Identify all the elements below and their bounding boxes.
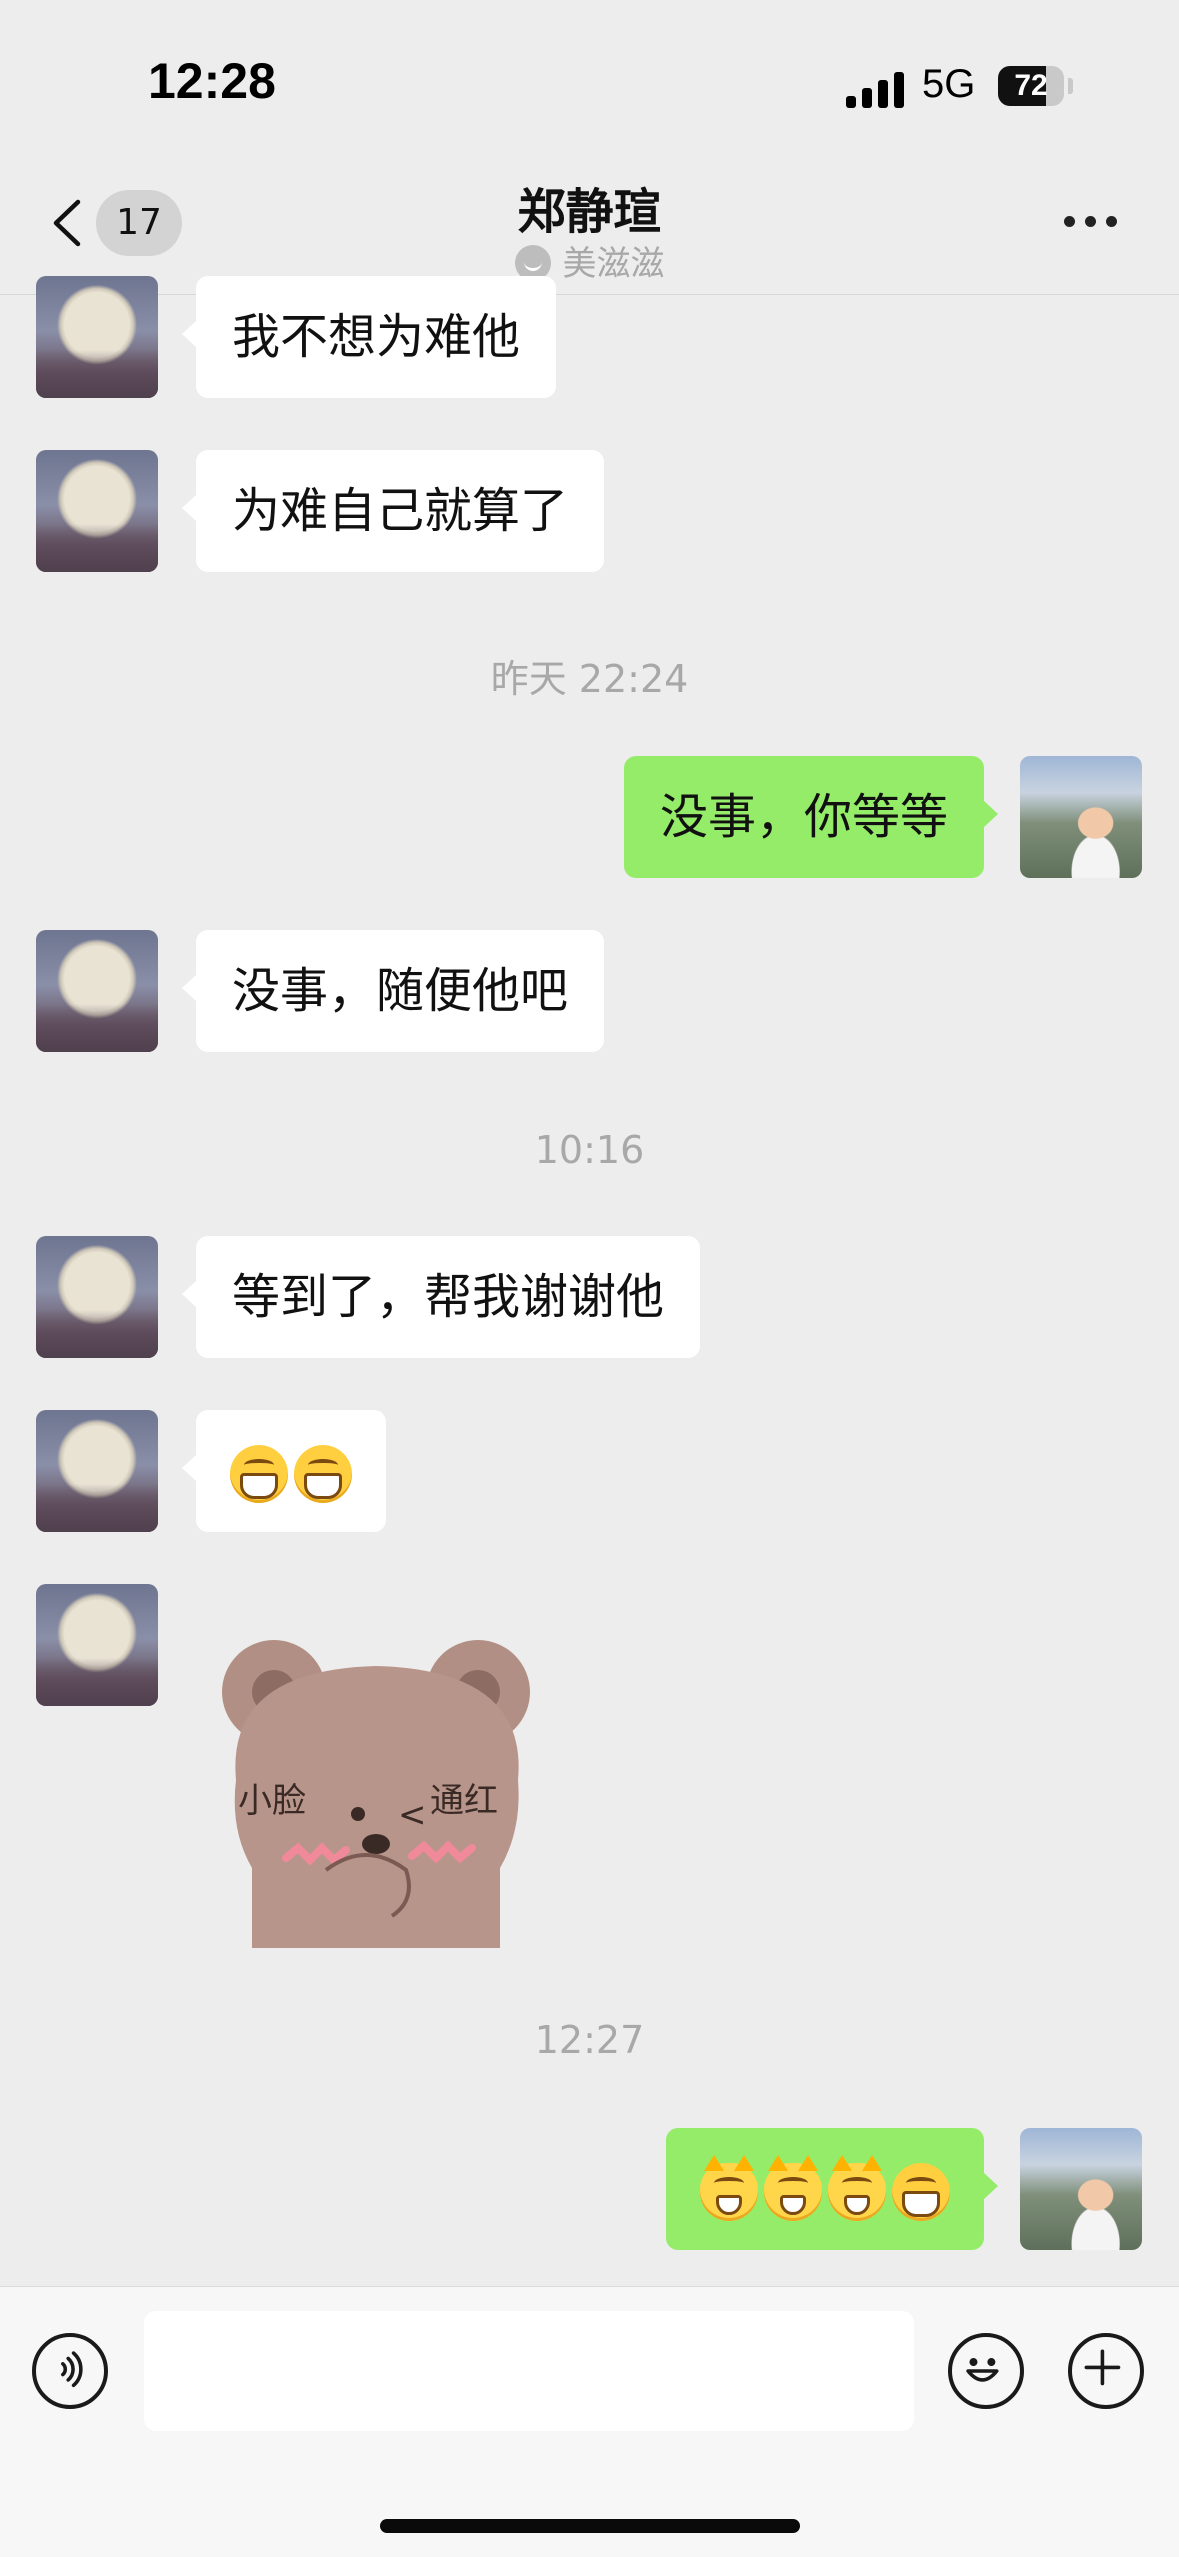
message-timestamp: 12:27: [534, 2018, 645, 2062]
incoming-message[interactable]: 等到了，帮我谢谢他: [181, 1236, 701, 1358]
contact-avatar[interactable]: [36, 930, 158, 1052]
cat-face-emoji-icon: [764, 2155, 822, 2221]
home-indicator: [380, 2519, 800, 2533]
outgoing-emoji-message[interactable]: [666, 2128, 998, 2250]
message-input[interactable]: [144, 2311, 914, 2431]
incoming-emoji-message[interactable]: [182, 1410, 386, 1532]
chat-title[interactable]: 郑静瑄: [0, 172, 1179, 242]
grin-emoji-icon: [230, 1445, 288, 1503]
incoming-message[interactable]: 我不想为难他: [181, 276, 557, 398]
grin-emoji-icon: [892, 2163, 950, 2221]
grin-emoji-icon: [294, 1445, 352, 1503]
battery-percent: 72: [1014, 69, 1048, 102]
emoji-icon[interactable]: [948, 2333, 1024, 2409]
battery-cap: [1068, 78, 1073, 94]
outgoing-message[interactable]: 没事，你等等: [623, 756, 999, 878]
battery-icon: 72: [998, 66, 1064, 106]
cat-face-emoji-icon: [828, 2155, 886, 2221]
sticker-mark: <: [398, 1795, 427, 1835]
self-avatar[interactable]: [1020, 2128, 1142, 2250]
sticker-text-left: 小脸: [238, 1781, 306, 1821]
self-avatar[interactable]: [1020, 756, 1142, 878]
contact-status-text: 美滋滋: [562, 244, 665, 284]
contact-avatar[interactable]: [36, 1410, 158, 1532]
contact-avatar[interactable]: [36, 276, 158, 398]
status-time: 12:28: [148, 53, 276, 109]
sticker-text-right: 通红: [430, 1781, 498, 1821]
chat-header: 17 郑静瑄 美滋滋: [0, 150, 1179, 295]
contact-status: 美滋滋: [0, 236, 1179, 285]
contact-avatar[interactable]: [36, 1236, 158, 1358]
incoming-message[interactable]: 为难自己就算了: [181, 450, 605, 572]
contact-avatar[interactable]: [36, 450, 158, 572]
input-bar: [0, 2286, 1179, 2557]
voice-icon[interactable]: [32, 2333, 108, 2409]
signal-icon: [846, 68, 904, 108]
cat-face-emoji-icon: [700, 2155, 758, 2221]
bear-sticker[interactable]: < 小脸 通红: [216, 1630, 538, 1948]
more-icon[interactable]: [1064, 216, 1117, 227]
message-timestamp: 10:16: [534, 1128, 645, 1172]
incoming-message[interactable]: 没事，随便他吧: [181, 930, 605, 1052]
network-type: 5G: [922, 62, 976, 106]
contact-avatar[interactable]: [36, 1584, 158, 1706]
message-timestamp: 昨天 22:24: [490, 657, 689, 701]
plus-icon[interactable]: [1068, 2333, 1144, 2409]
